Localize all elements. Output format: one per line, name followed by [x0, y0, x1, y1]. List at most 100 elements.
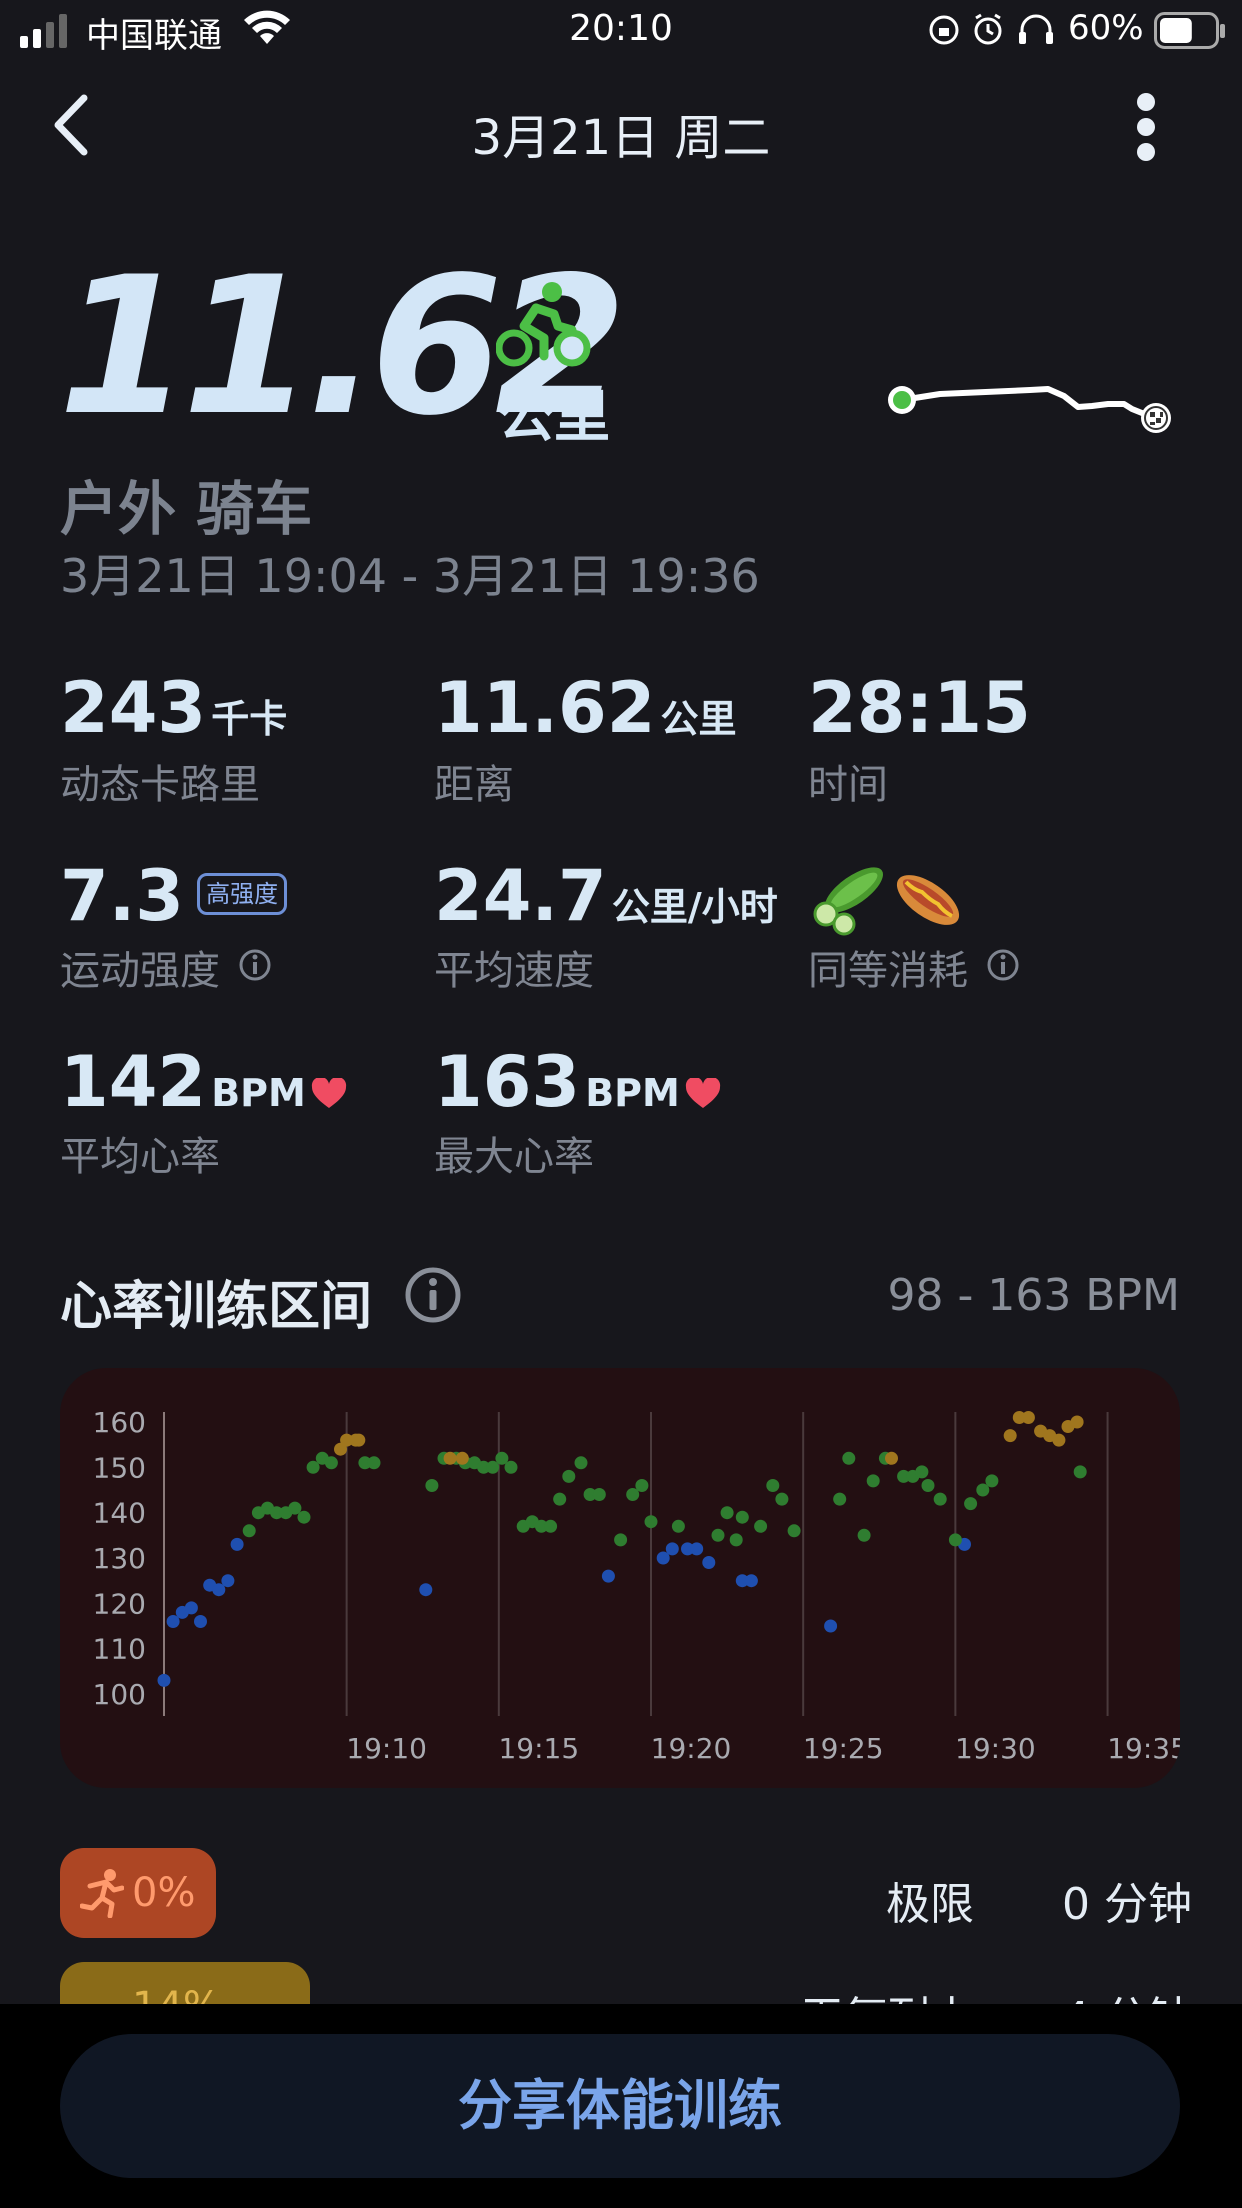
hr-zones-info-icon[interactable] — [404, 1266, 462, 1324]
hr-data-point — [455, 1451, 469, 1465]
zone-max-minutes: 0 分钟 — [1062, 1879, 1192, 1930]
hr-data-point — [665, 1542, 679, 1556]
stat-calories: 243 千卡 — [60, 670, 287, 746]
distance-label: 距离 — [434, 762, 514, 808]
hr-data-point — [157, 1673, 171, 1687]
hr-data-point — [1073, 1465, 1087, 1479]
duration-label: 时间 — [808, 762, 888, 808]
x-tick-label: 19:20 — [651, 1732, 732, 1765]
y-tick-label: 150 — [93, 1451, 146, 1484]
hr-data-point — [915, 1465, 929, 1479]
zone-max-name: 极限 — [886, 1879, 974, 1930]
hr-data-point — [1003, 1429, 1017, 1443]
headphones-icon — [1019, 14, 1053, 44]
hr-data-point — [443, 1451, 457, 1465]
hr-data-point — [592, 1488, 606, 1501]
page-title: 3月21日 周二 — [471, 110, 771, 166]
hr-data-point — [702, 1556, 716, 1569]
hr-data-point — [1021, 1411, 1035, 1424]
hr-data-point — [601, 1569, 615, 1583]
y-tick-label: 160 — [93, 1406, 146, 1439]
intensity-info-icon[interactable] — [238, 948, 272, 982]
avg-speed-unit: 公里/小时 — [611, 885, 778, 929]
max-hr-unit: BPM — [585, 1071, 680, 1115]
avg-speed-label: 平均速度 — [434, 948, 594, 994]
hr-data-point — [735, 1510, 749, 1524]
hr-data-point — [948, 1533, 962, 1547]
avg-speed-value: 24.7 — [434, 855, 607, 937]
hr-range: 98 - 163 BPM — [887, 1270, 1181, 1321]
hr-data-point — [866, 1474, 880, 1488]
calories-value: 243 — [60, 667, 207, 749]
avg-hr-unit: BPM — [211, 1071, 306, 1115]
calories-label: 动态卡路里 — [60, 762, 260, 808]
zone-max-percent: 0% — [132, 1870, 196, 1916]
route-map[interactable] — [870, 370, 1180, 440]
stat-max-hr: 163 BPM — [434, 1044, 721, 1120]
hr-data-point — [635, 1479, 649, 1492]
hr-data-point — [367, 1456, 381, 1470]
hr-data-point — [194, 1615, 207, 1628]
hr-data-point — [744, 1574, 758, 1588]
distance-unit: 公里 — [660, 697, 737, 741]
hr-data-point — [766, 1479, 780, 1492]
alarm-icon — [974, 13, 1002, 45]
rotation-lock-icon — [929, 15, 959, 45]
y-tick-label: 140 — [93, 1497, 146, 1530]
battery-percent: 60% — [1068, 8, 1144, 48]
stat-avg-hr: 142 BPM — [60, 1044, 347, 1120]
hr-data-point — [504, 1460, 518, 1474]
activity-type: 户外 骑车 — [60, 475, 313, 543]
hr-data-point — [1070, 1415, 1084, 1429]
avg-hr-value: 142 — [60, 1041, 207, 1123]
x-tick-label: 19:35 — [1107, 1732, 1180, 1765]
hr-data-point — [754, 1519, 768, 1533]
hr-data-point — [833, 1492, 847, 1506]
stat-intensity: 7.3 高强度 — [60, 855, 288, 937]
battery-icon — [1154, 12, 1225, 49]
hr-data-point — [166, 1615, 180, 1628]
hr-data-point — [221, 1574, 235, 1588]
hr-data-point — [425, 1479, 439, 1492]
hr-data-point — [857, 1528, 871, 1542]
calories-unit: 千卡 — [211, 697, 288, 741]
x-tick-label: 19:15 — [498, 1732, 579, 1765]
distance-value: 11.62 — [434, 667, 656, 749]
hr-data-point — [352, 1433, 366, 1447]
hr-data-point — [644, 1515, 658, 1529]
duration-value: 28:15 — [808, 667, 1031, 749]
hr-data-point — [242, 1524, 256, 1538]
cycling-icon — [496, 282, 591, 367]
hotdog-icon — [896, 875, 960, 925]
hr-data-point — [711, 1528, 725, 1542]
route-finish-icon — [1141, 403, 1171, 433]
hr-data-point — [230, 1537, 244, 1551]
y-tick-label: 130 — [93, 1542, 146, 1575]
share-workout-button[interactable]: 分享体能训练 — [60, 2034, 1180, 2178]
equivalent-label: 同等消耗 — [808, 948, 968, 994]
more-options-icon[interactable] — [1134, 92, 1158, 162]
hr-data-point — [614, 1533, 628, 1547]
y-tick-label: 100 — [93, 1678, 146, 1711]
hr-data-point — [729, 1533, 743, 1547]
hr-data-point — [787, 1524, 801, 1538]
hr-chart[interactable]: 160 150 140 130 120 110 100 19:10 19:15 19:20 19:2… — [60, 1368, 1180, 1788]
hr-data-point — [842, 1451, 856, 1465]
hr-data-point — [574, 1456, 588, 1470]
hr-data-point — [690, 1542, 704, 1556]
hr-data-point — [324, 1456, 338, 1470]
x-tick-label: 19:30 — [955, 1732, 1036, 1765]
equivalent-info-icon[interactable] — [986, 948, 1020, 982]
heart-icon — [685, 1078, 721, 1108]
max-hr-label: 最大心率 — [434, 1134, 594, 1180]
food-equivalent-icons — [813, 867, 960, 936]
hr-data-point — [824, 1619, 838, 1633]
hr-data-point — [921, 1479, 935, 1492]
cucumber-icon — [813, 867, 883, 936]
hr-data-point — [964, 1497, 978, 1511]
status-bar: 中国联通 20:10 60% — [0, 0, 1242, 62]
status-icons — [929, 13, 1053, 45]
intensity-value: 7.3 — [60, 855, 185, 937]
hr-data-point — [775, 1492, 789, 1506]
hr-data-point — [184, 1601, 198, 1615]
